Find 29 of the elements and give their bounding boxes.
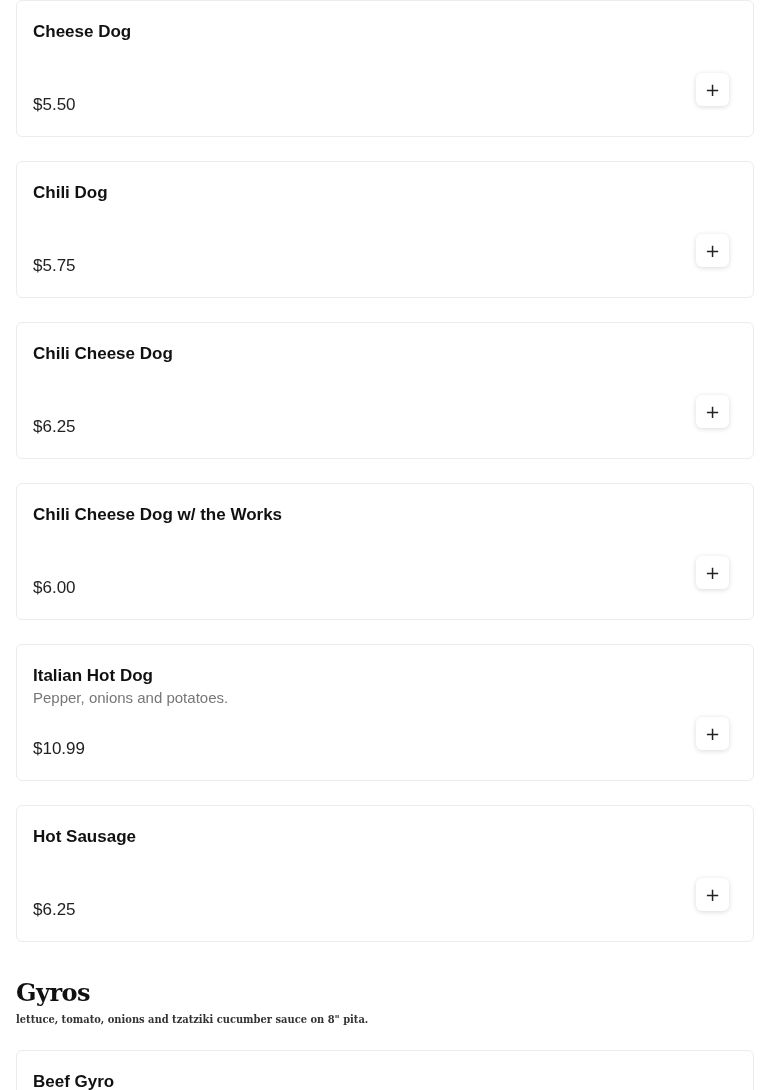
item-name: Chili Cheese Dog w/ the Works [33,504,283,526]
item-price: $5.50 [33,94,76,116]
menu-item-card[interactable]: Chili Dog $5.75 + [16,161,754,298]
menu-item-card[interactable]: Beef Gyro [16,1050,754,1090]
section-description: lettuce, tomato, onions and tzatziki cucumber sauce on 8" pita. [16,1013,369,1026]
item-name: Chili Cheese Dog [33,343,173,365]
item-description: Pepper, onions and potatoes. [33,688,229,708]
add-button[interactable]: + [696,878,729,911]
section-heading: Gyros [16,978,91,1007]
add-button[interactable]: + [696,395,729,428]
item-price: $6.25 [33,899,76,921]
add-button[interactable]: + [696,234,729,267]
item-price: $5.75 [33,255,76,277]
item-name: Beef Gyro [33,1071,115,1090]
menu-item-card[interactable]: Italian Hot Dog Pepper, onions and potatoes. $10.99 + [16,644,754,781]
item-name: Italian Hot Dog [33,665,153,687]
menu-item-card[interactable]: Chili Cheese Dog w/ the Works $6.00 + [16,483,754,620]
menu-item-card[interactable]: Cheese Dog $5.50 + [16,0,754,137]
add-button[interactable]: + [696,73,729,106]
add-button[interactable]: + [696,556,729,589]
item-price: $10.99 [33,738,85,760]
menu-item-card[interactable]: Hot Sausage $6.25 + [16,805,754,942]
item-price: $6.25 [33,416,76,438]
item-name: Chili Dog [33,182,108,204]
menu-item-card[interactable]: Chili Cheese Dog $6.25 + [16,322,754,459]
item-name: Hot Sausage [33,826,136,848]
item-price: $6.00 [33,577,76,599]
item-name: Cheese Dog [33,21,132,43]
add-button[interactable]: + [696,717,729,750]
